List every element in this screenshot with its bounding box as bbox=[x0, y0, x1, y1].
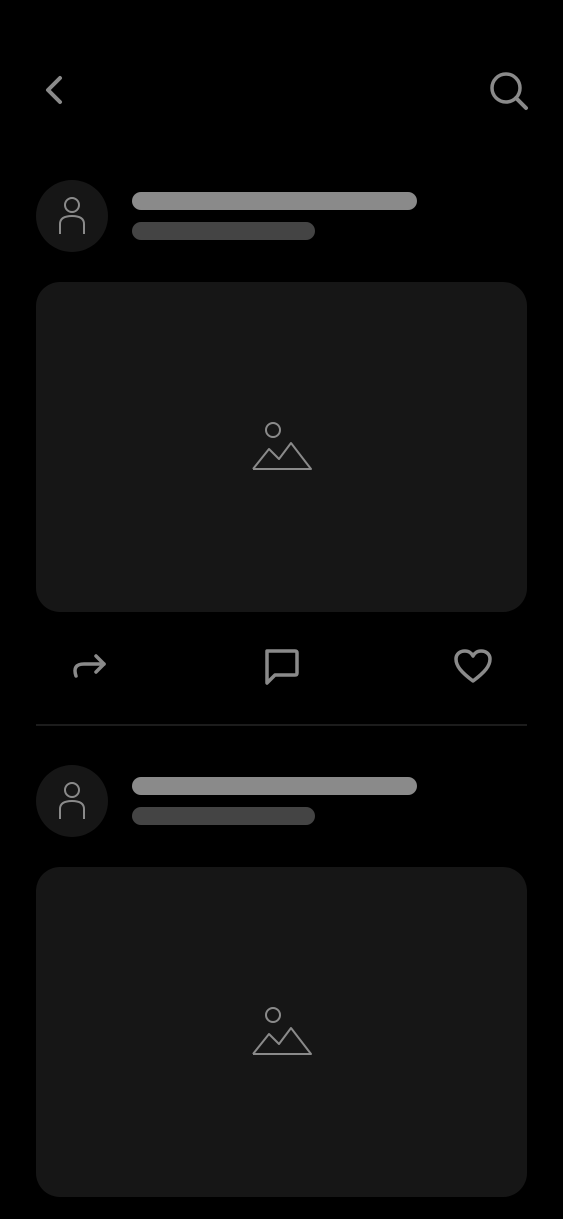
share-button[interactable] bbox=[64, 640, 116, 692]
image-placeholder-icon bbox=[251, 1007, 312, 1055]
share-icon bbox=[73, 654, 106, 678]
search-button[interactable] bbox=[486, 68, 532, 114]
comment-icon bbox=[265, 649, 299, 685]
image-placeholder-icon bbox=[251, 422, 312, 470]
post-divider bbox=[36, 724, 527, 726]
post-media[interactable] bbox=[36, 867, 527, 1197]
search-icon bbox=[490, 72, 528, 110]
heart-icon bbox=[454, 649, 492, 683]
comment-button[interactable] bbox=[255, 640, 307, 692]
author-name-placeholder bbox=[132, 777, 417, 795]
post-card bbox=[0, 180, 563, 740]
post-meta-placeholder bbox=[132, 807, 315, 825]
back-button[interactable] bbox=[34, 70, 74, 110]
avatar[interactable] bbox=[36, 180, 108, 252]
post-actions bbox=[0, 640, 563, 692]
screen bbox=[0, 0, 563, 1219]
user-icon bbox=[59, 197, 85, 234]
post-media[interactable] bbox=[36, 282, 527, 612]
avatar[interactable] bbox=[36, 765, 108, 837]
user-icon bbox=[59, 782, 85, 819]
author-name-placeholder bbox=[132, 192, 417, 210]
post-meta-placeholder bbox=[132, 222, 315, 240]
like-button[interactable] bbox=[447, 640, 499, 692]
post-card bbox=[0, 765, 563, 1219]
chevron-left-icon bbox=[46, 76, 62, 104]
top-bar bbox=[0, 0, 563, 150]
